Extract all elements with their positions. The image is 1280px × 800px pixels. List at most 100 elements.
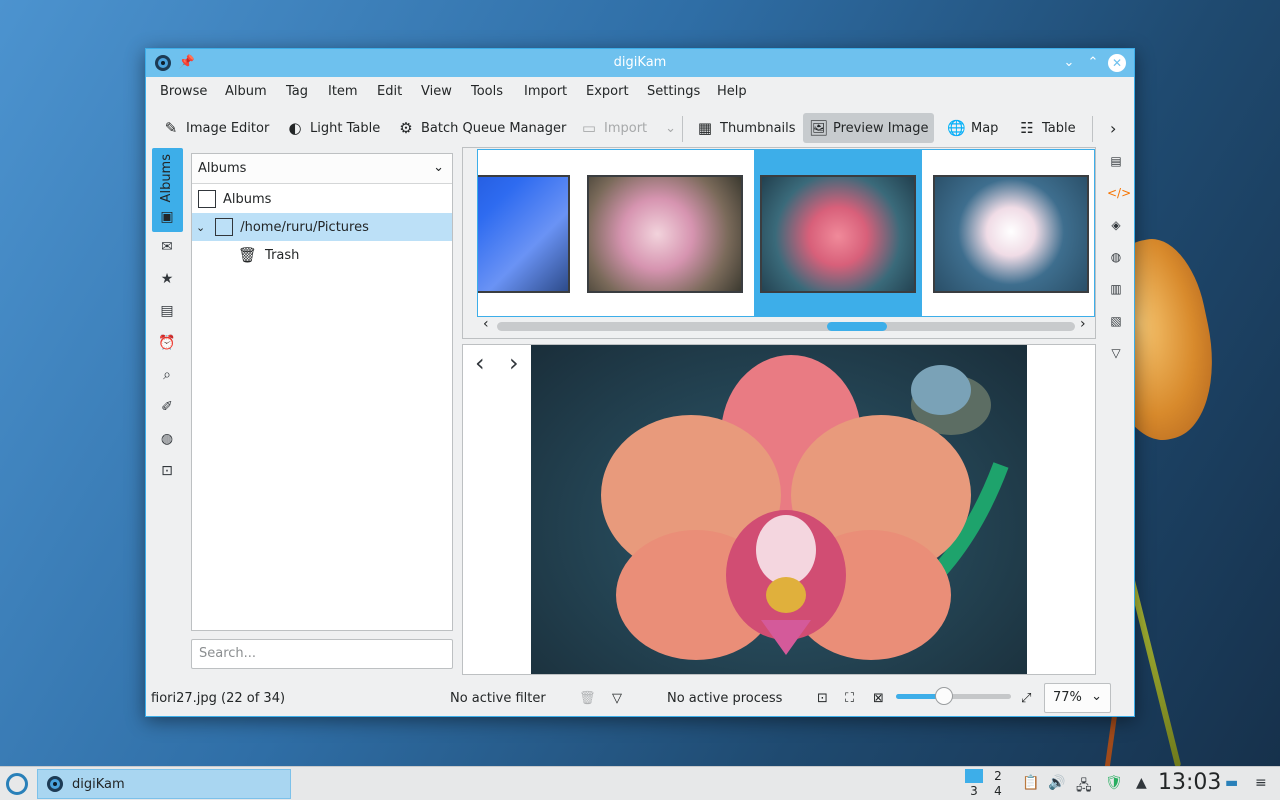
chevron-right-icon[interactable]: › — [1104, 113, 1122, 143]
metadata-icon[interactable]: </> — [1107, 186, 1131, 204]
map-button[interactable]: 🌐 Map — [941, 113, 1004, 143]
fullscreen-icon[interactable]: ⤢ — [1021, 691, 1031, 706]
volume-icon[interactable]: 🔊 — [1048, 775, 1065, 791]
image-editor-button[interactable]: ✎ Image Editor — [156, 113, 275, 143]
thumbnails-button[interactable]: ▦ Thumbnails — [690, 113, 802, 143]
title-bar[interactable]: 📌 digiKam ⌄ ⌃ ✕ — [146, 49, 1134, 77]
table-icon: ☷ — [1020, 119, 1034, 137]
zoom-select[interactable]: 77% ⌄ — [1044, 683, 1111, 713]
menu-export[interactable]: Export — [586, 84, 629, 99]
previous-image-icon[interactable]: ‹ — [475, 349, 485, 377]
status-file-info: fiori27.jpg (22 of 34) — [151, 691, 286, 706]
captions-icon[interactable]: ▥ — [1107, 282, 1125, 300]
search-icon[interactable]: ⌕ — [157, 365, 177, 385]
zoom-slider-handle[interactable] — [935, 687, 954, 705]
light-table-label: Light Table — [310, 120, 381, 136]
pager-desktop-3[interactable]: 3 — [965, 784, 983, 798]
properties-icon[interactable]: ▤ — [1107, 154, 1125, 172]
zoom-to-fit-icon[interactable]: ⊡ — [817, 691, 828, 706]
chevron-down-icon[interactable]: ⌄ — [665, 121, 676, 136]
geolocation-icon[interactable]: ◍ — [1107, 250, 1125, 268]
menu-tools[interactable]: Tools — [471, 84, 503, 99]
close-icon[interactable]: ✕ — [1108, 54, 1126, 72]
network-icon[interactable]: 🖧 — [1076, 775, 1092, 799]
chevron-left-icon[interactable]: ‹ — [483, 316, 489, 332]
colors-icon[interactable]: ◈ — [1107, 218, 1125, 236]
chevron-right-icon[interactable]: › — [1080, 316, 1086, 332]
thumbnail-scrollbar[interactable] — [497, 322, 1075, 331]
preview-image-label: Preview Image — [833, 120, 929, 136]
show-hidden-tray-icon[interactable]: ▲ — [1136, 775, 1147, 791]
menu-help[interactable]: Help — [717, 84, 747, 99]
menu-view[interactable]: View — [421, 84, 452, 99]
thumbnail-pink-orchid[interactable] — [760, 175, 916, 293]
import-button[interactable]: ▭ Import ⌄ — [574, 113, 682, 143]
chevron-up-icon[interactable]: ⌃ — [1084, 54, 1102, 72]
thumbnails-label: Thumbnails — [720, 120, 796, 136]
trash-icon[interactable]: 🗑 — [579, 691, 596, 706]
next-image-icon[interactable]: › — [509, 349, 519, 377]
menu-browse[interactable]: Browse — [160, 84, 207, 99]
menu-tag[interactable]: Tag — [286, 84, 308, 99]
tree-item-trash[interactable]: 🗑 Trash — [192, 241, 452, 269]
albums-panel-header[interactable]: Albums ⌄ — [192, 154, 452, 184]
menu-item[interactable]: Item — [328, 84, 358, 99]
pencil-icon: ✎ — [164, 119, 178, 137]
tree-item-label: Albums — [223, 191, 272, 207]
task-digikam[interactable]: digiKam — [37, 769, 291, 799]
menu-edit[interactable]: Edit — [377, 84, 402, 99]
pager-desktop-2[interactable]: 2 — [989, 769, 1007, 783]
album-search-input[interactable]: Search... — [191, 639, 453, 669]
face-scan-icon[interactable]: ⊡ — [157, 461, 177, 481]
menu-album[interactable]: Album — [225, 84, 267, 99]
scrollbar-handle[interactable] — [827, 322, 887, 331]
fuzzy-search-icon[interactable]: ✐ — [157, 397, 177, 417]
clipboard-icon[interactable]: 📋 — [1022, 775, 1039, 791]
filter-icon[interactable]: ▽ — [1107, 346, 1125, 364]
app-launcher-icon[interactable] — [6, 773, 28, 795]
light-table-button[interactable]: ◐ Light Table — [280, 113, 386, 143]
tree-item-albums-root[interactable]: Albums — [192, 185, 452, 213]
zoom-slider[interactable] — [896, 687, 1011, 705]
chevron-down-icon[interactable]: ⌄ — [433, 160, 444, 175]
task-label: digiKam — [72, 776, 125, 792]
show-desktop-icon[interactable]: ▬ — [1225, 775, 1238, 791]
zoom-original-icon[interactable]: ⛶ — [845, 691, 854, 706]
album-icon — [215, 218, 234, 236]
filter-icon[interactable]: ▽ — [612, 691, 622, 706]
security-shield-icon[interactable]: 🛡 — [1105, 775, 1123, 791]
album-image-icon: ▣ — [160, 209, 174, 225]
menu-import[interactable]: Import — [524, 84, 567, 99]
thumbnail-white-orchid[interactable] — [587, 175, 743, 293]
preview-image-button[interactable]: 🖼 Preview Image — [803, 113, 935, 143]
thumbnail-cherry-blossom[interactable] — [933, 175, 1089, 293]
thumbnail-blue-flowers[interactable] — [478, 175, 570, 293]
left-sidebar-tabs: Albums ▣ ✉ ★ ▤ ⏰ ⌕ ✐ ◍ ⊡ — [151, 147, 185, 677]
albums-panel-title: Albums — [198, 161, 247, 176]
zoom-fit-window-icon[interactable]: ⊠ — [873, 691, 884, 706]
tree-item-pictures[interactable]: ⌄ /home/ruru/Pictures — [192, 213, 452, 241]
clock[interactable]: 13:03 — [1158, 770, 1221, 795]
menu-icon[interactable]: ≡ — [1255, 775, 1267, 791]
batch-queue-button[interactable]: ⚙ Batch Queue Manager — [391, 113, 572, 143]
map-search-icon[interactable]: ◍ — [157, 429, 177, 449]
chevron-down-icon[interactable]: ⌄ — [196, 221, 205, 234]
labels-icon[interactable]: ✉ — [157, 237, 177, 257]
menu-settings[interactable]: Settings — [647, 84, 700, 99]
taskbar: digiKam 2 3 4 📋 🔊 🖧 🛡 ▲ 13:03 ▬ ≡ — [0, 766, 1280, 800]
chevron-down-icon[interactable]: ⌄ — [1060, 54, 1078, 72]
versions-icon[interactable]: ▧ — [1107, 314, 1125, 332]
star-icon[interactable]: ★ — [157, 269, 177, 289]
table-button[interactable]: ☷ Table — [1012, 113, 1082, 143]
timeline-icon[interactable]: ⏰ — [157, 333, 177, 353]
pager-desktop-4[interactable]: 4 — [989, 784, 1007, 798]
thumbnail-bar: ‹ › — [462, 147, 1096, 339]
map-label: Map — [971, 120, 999, 136]
pager-desktop-1[interactable] — [965, 769, 983, 783]
thumbnail-strip[interactable] — [477, 149, 1095, 317]
chevron-down-icon: ⌄ — [1091, 689, 1102, 704]
image-preview[interactable]: ‹ › — [462, 344, 1096, 675]
trash-icon: 🗑 — [238, 246, 258, 264]
import-label: Import — [604, 120, 648, 136]
calendar-icon[interactable]: ▤ — [157, 301, 177, 321]
